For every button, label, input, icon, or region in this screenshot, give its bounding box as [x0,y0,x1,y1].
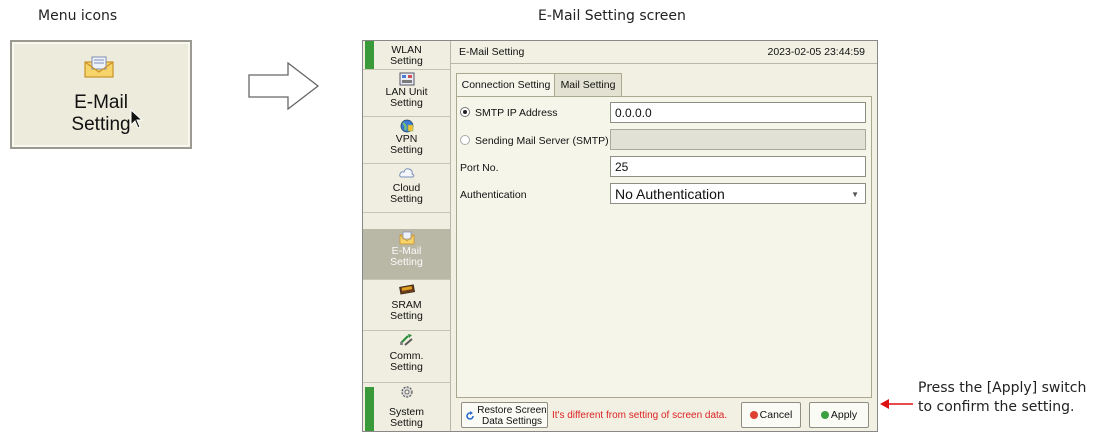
sidebar-item-sram[interactable]: SRAM Setting [363,280,450,331]
sidebar-item-label: LAN Unit Setting [385,86,428,109]
smtp-ip-radio[interactable]: SMTP IP Address [460,107,557,119]
smtp-ip-label: SMTP IP Address [475,107,558,119]
sidebar-item-label: Cloud Setting [390,182,423,205]
sidebar-item-lan-unit[interactable]: LAN Unit Setting [363,70,450,117]
sidebar-item-email[interactable]: E-Mail Setting [363,229,450,280]
envelope-icon [399,231,414,245]
warning-text: It's different from setting of screen da… [552,410,728,421]
sidebar-item-label: WLAN Setting [390,44,423,67]
sidebar-item-label: System Setting [388,406,424,429]
authentication-label: Authentication [460,189,527,201]
sidebar-item-vpn[interactable]: VPN Setting [363,117,450,164]
radio-unselected-icon [460,135,470,145]
apply-annotation: Press the [Apply] switch to confirm the … [918,380,1087,415]
mouse-cursor-icon [130,109,144,129]
sidebar-item-cloud[interactable]: Cloud Setting [363,164,450,213]
screen-caption: E-Mail Setting screen [538,8,686,24]
radio-selected-icon [460,107,470,117]
lan-unit-icon [399,72,414,86]
authentication-select[interactable]: No Authentication ▼ [610,183,866,204]
comm-icon [399,334,413,346]
sending-server-radio[interactable]: Sending Mail Server (SMTP) [460,135,609,147]
port-label: Port No. [460,162,499,174]
smtp-ip-field[interactable]: 0.0.0.0 [610,102,866,123]
title-bar: E-Mail Setting 2023-02-05 23:44:59 [451,41,877,64]
datetime-readout: 2023-02-05 23:44:59 [767,46,866,58]
cancel-button[interactable]: Cancel [741,402,801,428]
sending-server-field[interactable] [610,129,866,150]
email-setting-screen: WLAN Setting LAN Unit Setting VPN Setting C… [362,40,878,432]
main-area: E-Mail Setting 2023-02-05 23:44:59 Conne… [451,41,877,431]
window-title: E-Mail Setting [459,46,525,58]
cloud-icon [398,168,414,178]
sending-server-label: Sending Mail Server (SMTP) [475,135,609,147]
email-setting-menu-icon[interactable]: E-Mail Setting [10,40,192,149]
envelope-icon [84,56,114,78]
menu-icons-caption: Menu icons [38,8,118,24]
port-field[interactable]: 25 [610,156,866,177]
bottom-bar: Restore Screen Data Settings It's differe… [451,399,877,431]
settings-sidebar: WLAN Setting LAN Unit Setting VPN Setting C… [363,41,451,431]
cancel-icon [749,411,758,419]
restore-screen-data-button[interactable]: Restore Screen Data Settings [461,402,548,428]
apply-label: Apply [830,409,858,421]
sidebar-item-label: Comm. Setting [389,350,424,373]
apply-icon [820,411,829,419]
vpn-globe-icon [400,119,413,133]
sidebar-item-label: VPN Setting [390,133,423,156]
sidebar-item-label: E-Mail Setting [390,245,423,268]
sidebar-item-comm[interactable]: Comm. Setting [363,331,450,383]
sidebar-item-label: SRAM Setting [390,299,423,322]
connection-setting-panel: SMTP IP Address 0.0.0.0 Sending Mail Ser… [456,96,872,398]
sram-chip-icon [398,284,415,295]
right-arrow-icon [248,62,320,110]
authentication-value: No Authentication [615,186,725,202]
sidebar-item-wlan[interactable]: WLAN Setting [363,41,450,70]
restore-icon [466,411,474,420]
cancel-label: Cancel [759,409,793,421]
scroll-down-strip[interactable] [365,387,374,431]
restore-button-label: Restore Screen Data Settings [477,405,547,427]
tab-mail-setting[interactable]: Mail Setting [554,73,622,96]
pointer-arrow-icon [880,399,913,409]
apply-button[interactable]: Apply [809,402,869,428]
chevron-down-icon: ▼ [851,190,859,199]
sidebar-item-system[interactable]: System Setting [363,383,450,431]
menu-icon-label: E-Mail Setting [71,92,131,135]
tab-connection-setting[interactable]: Connection Setting [456,73,556,96]
gear-icon [400,386,413,398]
